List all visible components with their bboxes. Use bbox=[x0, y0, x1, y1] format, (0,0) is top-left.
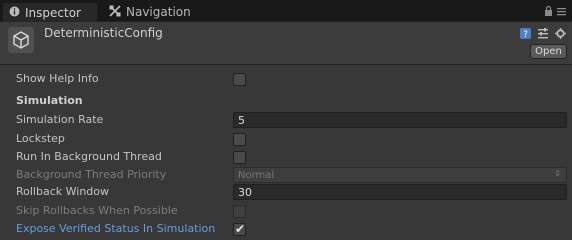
simulation-section-title: Simulation bbox=[16, 94, 83, 107]
tab-inspector[interactable]: Inspector bbox=[2, 2, 98, 22]
background-thread-priority-dropdown: Normal ⇕ bbox=[233, 167, 567, 183]
expose-verified-status-toggle[interactable]: ✔ bbox=[233, 223, 246, 236]
inspector-header: DeterministicConfig ? Open bbox=[0, 22, 572, 65]
expose-verified-status-label: Expose Verified Status In Simulation bbox=[16, 222, 216, 235]
skip-rollbacks-when-possible-label: Skip Rollbacks When Possible bbox=[16, 204, 178, 217]
tab-bar: Inspector Navigation bbox=[0, 0, 572, 22]
row-skip-rollbacks-when-possible: Skip Rollbacks When Possible bbox=[0, 202, 572, 220]
rollback-window-field[interactable]: 30 bbox=[233, 184, 567, 200]
simulation-rate-label: Simulation Rate bbox=[16, 113, 104, 126]
gear-icon[interactable] bbox=[555, 28, 566, 42]
row-run-in-background-thread: Run In Background Thread bbox=[0, 148, 572, 166]
run-in-background-thread-label: Run In Background Thread bbox=[16, 150, 162, 163]
tab-inspector-label: Inspector bbox=[25, 5, 81, 20]
background-thread-priority-label: Background Thread Priority bbox=[16, 168, 167, 181]
row-lockstep: Lockstep bbox=[0, 130, 572, 148]
navigation-icon bbox=[109, 4, 121, 20]
rollback-window-label: Rollback Window bbox=[16, 185, 110, 198]
row-show-help-info: Show Help Info bbox=[0, 70, 572, 88]
run-in-background-thread-toggle[interactable] bbox=[233, 151, 246, 164]
svg-text:?: ? bbox=[523, 30, 528, 39]
preset-icon[interactable] bbox=[537, 28, 549, 42]
lockstep-toggle[interactable] bbox=[233, 133, 246, 146]
lock-icon[interactable] bbox=[544, 5, 553, 19]
row-expose-verified-status: Expose Verified Status In Simulation ✔ bbox=[0, 220, 572, 238]
row-background-thread-priority: Background Thread Priority Normal ⇕ bbox=[0, 166, 572, 184]
open-button[interactable]: Open bbox=[530, 44, 567, 59]
unity-logo-icon bbox=[8, 27, 34, 53]
checkmark-icon: ✔ bbox=[235, 222, 246, 236]
help-icon[interactable]: ? bbox=[520, 28, 531, 42]
menu-icon[interactable] bbox=[557, 6, 566, 19]
header-controls: ? bbox=[520, 28, 566, 42]
row-simulation-rate: Simulation Rate 5 bbox=[0, 111, 572, 129]
info-icon bbox=[9, 6, 20, 20]
object-title: DeterministicConfig bbox=[44, 26, 163, 40]
tab-navigation-label: Navigation bbox=[126, 5, 191, 19]
section-simulation: Simulation bbox=[0, 92, 572, 110]
tab-bar-controls bbox=[544, 5, 566, 19]
skip-rollbacks-when-possible-toggle bbox=[233, 205, 246, 218]
show-help-info-toggle[interactable] bbox=[233, 73, 246, 86]
row-rollback-window: Rollback Window 30 bbox=[0, 183, 572, 201]
show-help-info-label: Show Help Info bbox=[16, 72, 99, 85]
lockstep-label: Lockstep bbox=[16, 132, 65, 145]
background-thread-priority-value: Normal bbox=[238, 169, 275, 181]
tab-navigation[interactable]: Navigation bbox=[103, 2, 203, 22]
simulation-rate-field[interactable]: 5 bbox=[233, 112, 567, 128]
dropdown-arrow-icon: ⇕ bbox=[554, 169, 561, 178]
